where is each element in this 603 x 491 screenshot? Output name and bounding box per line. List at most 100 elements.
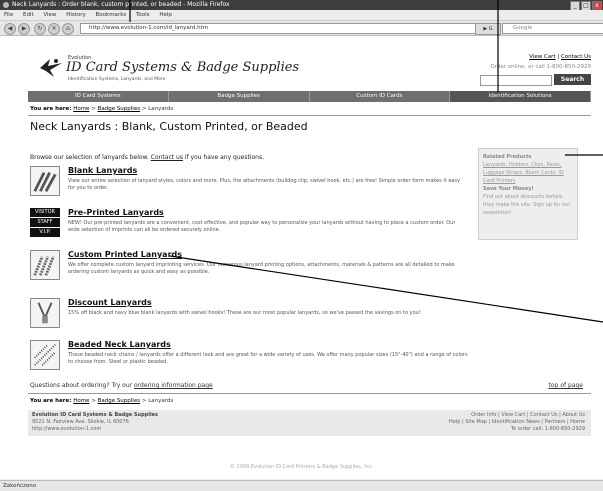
forward-button[interactable]: ▶ [18,23,30,35]
footer-phone: To order call: 1-800-850-2929 [510,426,585,432]
related-links[interactable]: Lanyards, Holders, Clips, Reels, Luggage… [483,161,573,185]
menu-tools[interactable]: Tools [136,12,150,18]
breadcrumb-label: You are here: [30,106,72,112]
menu-file[interactable]: File [4,12,13,18]
blank-lanyards-image[interactable] [30,166,60,196]
contact-us-link[interactable]: Contact Us [561,54,591,60]
questions-text: Questions about ordering? Try our orderi… [30,382,213,389]
menu-history[interactable]: History [66,12,86,18]
breadcrumb-badge-supplies[interactable]: Badge Supplies [98,398,141,404]
questions-before: Questions about ordering? Try our [30,382,135,389]
top-links: View Cart | Contact Us [529,54,591,60]
divider [28,115,591,116]
nav-badge-supplies[interactable]: Badge Supplies [169,91,310,102]
nav-custom-id-cards[interactable]: Custom ID Cards [310,91,451,102]
breadcrumb-sep: > [140,106,149,112]
reload-button[interactable]: ↻ [34,23,46,35]
site-logo[interactable]: Evolution ID Card Systems & Badge Suppli… [38,53,300,87]
browser-search-input[interactable]: Google [502,23,603,34]
stop-button[interactable]: ✕ [48,23,60,35]
related-products-box: Related Products Lanyards, Holders, Clip… [478,148,578,240]
breadcrumb-bottom: You are here: Home > Badge Supplies > La… [30,398,173,404]
browser-window: Neck Lanyards : Order blank, custom prin… [0,0,603,491]
breadcrumb: You are here: Home > Badge Supplies > La… [30,106,173,112]
save-heading: Save Your Money! [483,186,534,192]
blank-lanyards-link[interactable]: Blank Lanyards [68,166,137,175]
home-button[interactable]: ⌂ [62,23,74,35]
logo-icon [40,59,62,77]
nav-id-card-systems[interactable]: ID Card Systems [28,91,169,102]
list-item: Blank Lanyards View our entire selection… [30,166,460,204]
menu-view[interactable]: View [43,12,56,18]
page-title: Neck Lanyards : Blank, Custom Printed, o… [30,120,308,133]
menu-bookmarks[interactable]: Bookmarks [96,12,127,18]
product-description: These beaded neck chains / lanyards offe… [68,352,468,365]
product-description: NEW! Our pre-printed lanyards are a conv… [68,220,456,233]
navigation-toolbar: ◀ ▶ ↻ ✕ ⌂ http://www.evolution-1.com/id_… [0,21,603,36]
breadcrumb-sep: > [89,398,98,404]
footer-links-2[interactable]: Help | Site Map | Identification News | … [449,419,585,426]
product-description: We offer complete custom lanyard imprint… [68,262,455,275]
intro-before: Browse our selection of lanyards below. [30,154,151,161]
breadcrumb-label: You are here: [30,398,72,404]
order-phone: Order online, or call 1-800-850-2929 [490,64,591,70]
discount-lanyards-link[interactable]: Discount Lanyards [68,298,152,307]
logo-tagline: Identification Systems, Lanyards, and Mo… [68,77,166,82]
site-search-button[interactable]: Search [554,74,591,85]
footer: Evolution ID Card Systems & Badge Suppli… [28,410,591,436]
footer-url[interactable]: http://www.evolution-1.com [32,426,158,433]
site-search-input[interactable] [480,75,552,86]
top-of-page-link[interactable]: top of page [549,382,583,389]
newsletter-text[interactable]: Find out about discounts before they mak… [483,193,573,217]
page-content: View Cart | Contact Us Evolution ID Card… [0,36,603,479]
product-description: 15% off black and navy blue blank lanyar… [68,310,421,316]
menu-help[interactable]: Help [159,12,172,18]
breadcrumb-current: Lanyards [148,106,174,112]
breadcrumb-badge-supplies[interactable]: Badge Supplies [98,106,141,112]
menu-edit[interactable]: Edit [23,12,34,18]
top-links-separator: | [557,54,560,60]
list-item: Beaded Neck Lanyards These beaded neck c… [30,340,468,378]
related-heading: Related Products [483,154,532,160]
firefox-icon [3,2,9,8]
go-button[interactable]: ▶ G [475,23,501,35]
nav-identification-solutions[interactable]: Identification Solutions [450,91,591,102]
intro-after: if you have any questions. [182,154,264,161]
staff-badge: STAFF [30,218,60,227]
product-description: View our entire selection of lanyard sty… [68,178,461,191]
beaded-neck-lanyards-image[interactable] [30,340,60,370]
footer-address: 9521 N. Fairview Ave. Skokie, IL 60076 [32,419,129,425]
breadcrumb-home[interactable]: Home [73,398,89,404]
list-item: Custom Printed Lanyards We offer complet… [30,250,460,288]
ordering-info-link[interactable]: ordering information page [134,382,213,389]
window-title: Neck Lanyards : Order blank, custom prin… [12,1,230,8]
intro-text: Browse our selection of lanyards below. … [30,154,264,161]
pre-printed-lanyards-image[interactable]: VISITOR STAFF V.I.P. [30,208,60,238]
breadcrumb-current: Lanyards [148,398,174,404]
breadcrumb-home[interactable]: Home [73,106,89,112]
breadcrumb-sep: > [89,106,98,112]
main-nav: ID Card Systems Badge Supplies Custom ID… [28,91,591,102]
custom-printed-lanyards-link[interactable]: Custom Printed Lanyards [68,250,182,259]
pre-printed-lanyards-link[interactable]: Pre-Printed Lanyards [68,208,164,217]
beaded-neck-lanyards-link[interactable]: Beaded Neck Lanyards [68,340,171,349]
discount-lanyards-image[interactable] [30,298,60,328]
intro-contact-link[interactable]: Contact us [151,154,183,161]
divider [28,393,591,394]
copyright: © 2009 Evolution ID Card Printers & Badg… [229,464,374,470]
url-bar[interactable]: http://www.evolution-1.com/id_lanyard.ht… [80,23,480,34]
title-bar: Neck Lanyards : Order blank, custom prin… [0,0,603,11]
breadcrumb-sep: > [140,398,149,404]
view-cart-link[interactable]: View Cart [529,54,555,60]
footer-company: Evolution ID Card Systems & Badge Suppli… [32,412,159,418]
logo-text: ID Card Systems & Badge Supplies [66,60,300,75]
status-bar: Zakończono [0,480,603,491]
back-button[interactable]: ◀ [4,23,16,35]
list-item: Discount Lanyards 15% off black and navy… [30,298,460,336]
menu-bar: File Edit View History Bookmarks Tools H… [0,10,603,21]
vip-badge: V.I.P. [30,228,60,237]
visitor-badge: VISITOR [30,208,60,217]
list-item: VISITOR STAFF V.I.P. Pre-Printed Lanyard… [30,208,460,246]
footer-links-1[interactable]: Order Info | View Cart | Contact Us | Ab… [449,412,585,419]
custom-printed-lanyards-image[interactable] [30,250,60,280]
